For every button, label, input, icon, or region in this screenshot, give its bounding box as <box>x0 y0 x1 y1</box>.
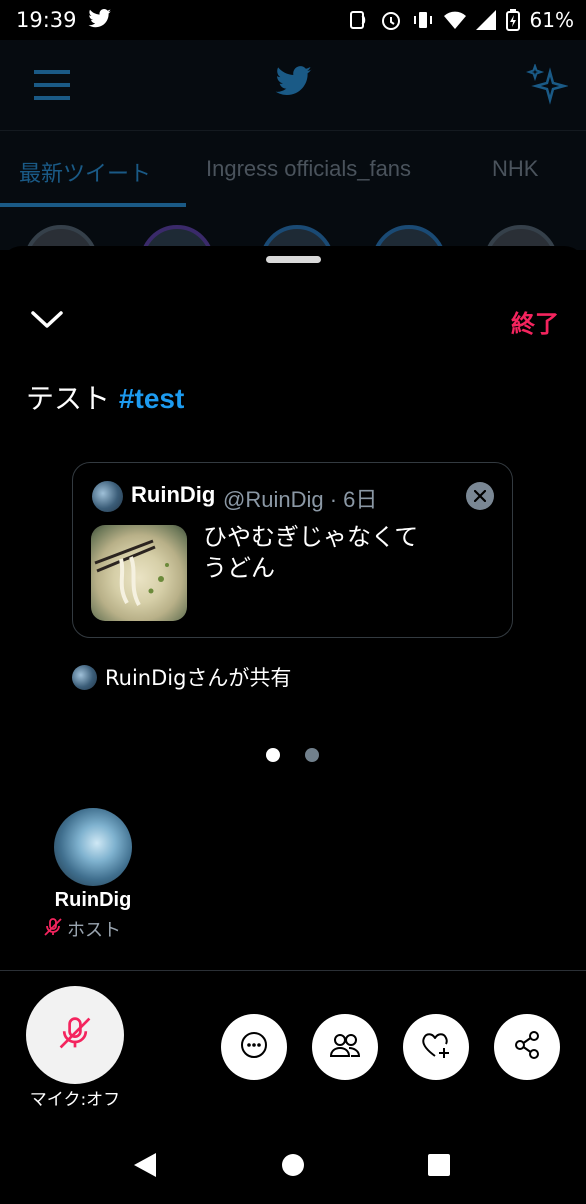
reaction-button[interactable] <box>403 1014 469 1080</box>
avatar <box>72 664 97 690</box>
tweet-image[interactable] <box>91 525 187 621</box>
mic-off-icon <box>57 1015 93 1055</box>
host-name: RuinDig <box>54 889 132 911</box>
signal-icon <box>475 10 496 30</box>
share-button[interactable] <box>494 1014 560 1080</box>
menu-icon[interactable] <box>34 68 70 102</box>
close-icon[interactable] <box>466 482 494 510</box>
sparkle-icon[interactable] <box>525 62 569 110</box>
twitter-notification-icon <box>88 9 112 33</box>
host-avatar[interactable] <box>54 808 132 886</box>
tab-latest-tweets[interactable]: 最新ツイート <box>19 156 151 188</box>
people-icon <box>329 1031 361 1063</box>
tab-nhk[interactable]: NHK <box>492 156 538 182</box>
host-role-row: ホスト <box>43 916 121 942</box>
tweet-text-line: うどん <box>203 554 275 582</box>
heart-plus-icon <box>420 1030 452 1064</box>
nfc-icon <box>348 9 370 31</box>
host-role-label: ホスト <box>67 920 121 941</box>
participants-button[interactable] <box>312 1014 378 1080</box>
space-title-hashtag[interactable]: #test <box>119 383 184 414</box>
recents-icon[interactable] <box>427 1153 451 1181</box>
battery-percent: 61% <box>529 8 574 32</box>
home-icon[interactable] <box>281 1153 305 1181</box>
wifi-icon <box>443 10 466 30</box>
mic-toggle-button[interactable] <box>26 986 124 1084</box>
space-title-text: テスト <box>26 382 111 415</box>
vibrate-icon <box>412 9 434 31</box>
back-icon[interactable] <box>132 1151 158 1183</box>
more-options-button[interactable] <box>221 1014 287 1080</box>
sheet-grabber[interactable] <box>266 256 321 263</box>
status-time: 19:39 <box>16 8 77 32</box>
more-icon <box>239 1030 269 1064</box>
mic-status-label: マイク:オフ <box>29 1090 121 1110</box>
page-indicator-dot[interactable] <box>305 748 319 762</box>
shared-by-text: RuinDigさんが共有 <box>105 666 292 690</box>
shared-by-row: RuinDigさんが共有 <box>72 662 291 692</box>
tweet-text-line: ひやむぎじゃなくて <box>203 523 419 551</box>
share-icon <box>512 1030 542 1064</box>
tweet-author-name: RuinDig <box>131 482 216 507</box>
mic-muted-icon <box>43 917 63 941</box>
tab-ingress-officials-fans[interactable]: Ingress officials_fans <box>206 156 411 182</box>
battery-icon <box>505 9 520 31</box>
end-space-button[interactable]: 終了 <box>511 304 559 339</box>
page-indicator-dot-active[interactable] <box>266 748 280 762</box>
avatar <box>92 481 123 512</box>
tweet-text: ひやむぎじゃなくて うどん <box>203 522 418 584</box>
divider <box>0 970 586 971</box>
space-title: テスト #test <box>26 377 184 417</box>
status-icons: 61% <box>348 8 574 32</box>
tweet-handle-time: @RuinDig · 6日 <box>223 487 378 512</box>
twitter-logo-icon <box>275 66 313 102</box>
chevron-down-icon[interactable] <box>30 305 64 331</box>
alarm-icon <box>380 9 402 31</box>
fleets-row <box>0 210 586 250</box>
tab-indicator <box>0 203 186 207</box>
